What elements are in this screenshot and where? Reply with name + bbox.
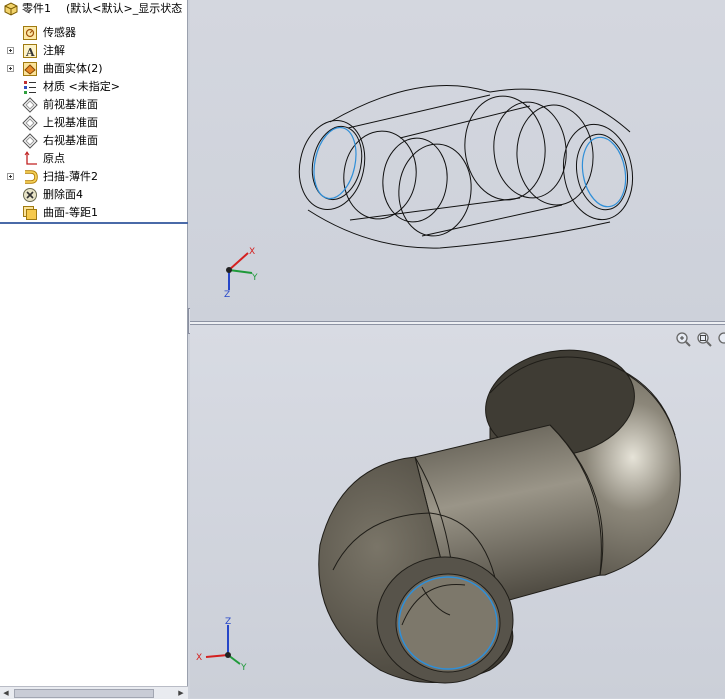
expand-toggle-icon[interactable] xyxy=(7,65,14,72)
view-triad-bottom: Z X Y xyxy=(196,617,247,673)
view-triad-top: X Y Z xyxy=(224,247,258,300)
viewport-wireframe[interactable]: X Y Z xyxy=(190,0,725,321)
tree-item-label: 上视基准面 xyxy=(43,116,98,129)
tree-item-label: 曲面-等距1 xyxy=(43,206,98,219)
delete-face-icon xyxy=(23,188,37,202)
expand-toggle-icon[interactable] xyxy=(7,173,14,180)
part-icon xyxy=(4,2,18,16)
rollback-bar[interactable] xyxy=(0,222,188,224)
tree-item-front-plane[interactable]: 前视基准面 xyxy=(0,96,188,114)
axis-x-label: X xyxy=(249,247,255,257)
svg-text:A: A xyxy=(25,46,35,59)
tree-item-right-plane[interactable]: 右视基准面 xyxy=(0,132,188,150)
tree-item-sweep-thin[interactable]: 扫描-薄件2 xyxy=(0,168,188,186)
plane-icon xyxy=(22,115,38,131)
tree-item-label: 传感器 xyxy=(43,26,76,39)
axis-z-label: Z xyxy=(224,290,230,300)
tree-item-label: 注解 xyxy=(43,44,65,57)
tree-item-label: 前视基准面 xyxy=(43,98,98,111)
tree-item-material[interactable]: 材质 <未指定> xyxy=(0,78,188,96)
scrollbar-thumb[interactable] xyxy=(14,689,154,698)
tree-item-label: 右视基准面 xyxy=(43,134,98,147)
axis-x-label: X xyxy=(196,653,202,663)
viewport-shaded[interactable]: Z X Y xyxy=(190,325,725,698)
tree-item-annotations[interactable]: A 注解 xyxy=(0,42,188,60)
sweep-thin-icon xyxy=(25,170,38,184)
tree-root-label: 零件1 xyxy=(22,2,51,15)
tree-item-label: 原点 xyxy=(43,152,65,165)
scroll-left-icon[interactable]: ◀ xyxy=(1,688,11,698)
sensor-icon xyxy=(23,26,37,40)
tree-item-label: 删除面4 xyxy=(43,188,83,201)
axis-y-label: Y xyxy=(240,663,247,673)
plane-icon xyxy=(22,97,38,113)
tree-item-label: 曲面实体(2) xyxy=(43,62,103,75)
wireframe-model[interactable]: X Y Z xyxy=(190,0,725,321)
expand-toggle-icon[interactable] xyxy=(7,47,14,54)
shaded-model[interactable]: Z X Y xyxy=(190,325,725,698)
scroll-right-icon[interactable]: ▶ xyxy=(176,688,186,698)
feature-manager-tree: 零件1 (默认<默认>_显示状态 传感器 A 注解 曲面实体(2) 材质 <未指 xyxy=(0,0,188,699)
material-icon xyxy=(24,81,36,94)
plane-icon xyxy=(22,133,38,149)
offset-surface-icon xyxy=(23,206,37,220)
tree-root-part[interactable]: 零件1 (默认<默认>_显示状态 xyxy=(0,0,188,18)
horizontal-scrollbar[interactable]: ◀ ▶ xyxy=(0,686,188,699)
annotation-icon: A xyxy=(23,44,37,59)
tree-item-sensors[interactable]: 传感器 xyxy=(0,24,188,42)
tree-item-label: 材质 <未指定> xyxy=(43,80,120,93)
axis-z-label: Z xyxy=(225,617,231,627)
tree-item-delete-face[interactable]: 删除面4 xyxy=(0,186,188,204)
tree-item-origin[interactable]: 原点 xyxy=(0,150,188,168)
tree-item-offset-surface[interactable]: 曲面-等距1 xyxy=(0,204,188,222)
tree-root-config: (默认<默认>_显示状态 xyxy=(66,2,183,15)
surface-body-icon xyxy=(23,62,37,76)
tree-item-surface-bodies[interactable]: 曲面实体(2) xyxy=(0,60,188,78)
tree-item-top-plane[interactable]: 上视基准面 xyxy=(0,114,188,132)
axis-y-label: Y xyxy=(251,273,258,283)
origin-icon xyxy=(24,151,37,165)
tree-item-label: 扫描-薄件2 xyxy=(43,170,98,183)
